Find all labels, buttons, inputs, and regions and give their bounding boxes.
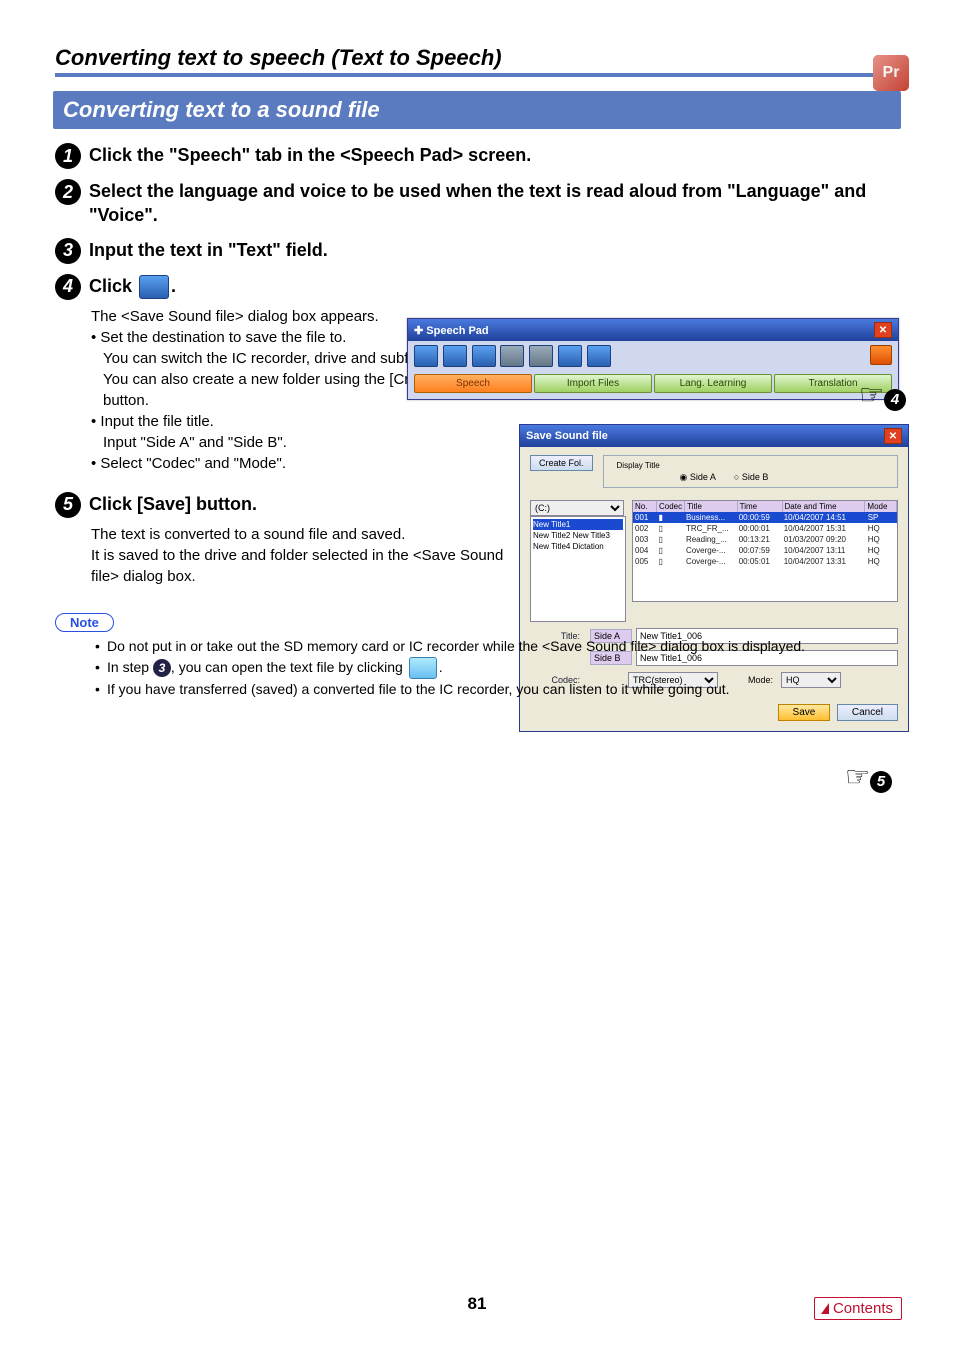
callout-4: ☜4 (859, 378, 914, 411)
bullet-title-2: Input "Side A" and "Side B". (103, 432, 475, 453)
section-badge: Pr (873, 55, 909, 91)
speech-pad-icon: ✚ (414, 325, 426, 337)
speech-pad-toolbar (408, 341, 898, 374)
step-5: 5 Click [Save] button. (55, 492, 475, 518)
bullet-title: Input the file title. (100, 413, 213, 430)
grid-header: No. Codec Title Time Date and Time Mode (633, 501, 897, 512)
step-3-number: 3 (55, 238, 81, 264)
tree-item-3[interactable]: New Title3 (573, 531, 610, 540)
display-title-fieldset: Display Title ◉ Side A ○ Side B (603, 455, 898, 488)
toolbar-cut-icon[interactable] (500, 345, 524, 367)
toolbar-extra-icon[interactable] (587, 345, 611, 367)
step-5-number: 5 (55, 492, 81, 518)
step-3-text: Input the text in "Text" field. (89, 238, 328, 262)
step-4-suffix: . (171, 276, 176, 296)
hdr-date: Date and Time (783, 501, 866, 512)
hdr-time: Time (738, 501, 783, 512)
grid-row[interactable]: 005▯Coverge-...00:05:0110/04/2007 13:31H… (633, 556, 897, 567)
dialog-titlebar: Save Sound file ✕ (520, 425, 908, 447)
tree-item-5[interactable]: Dictation (573, 542, 604, 551)
step-4-prefix: Click (89, 276, 137, 296)
dialog-close-icon[interactable]: ✕ (884, 428, 902, 444)
step-4-number: 4 (55, 274, 81, 300)
dialog-title: Save Sound file (526, 430, 608, 442)
folder-tree[interactable]: New Title1 New Title2 New Title3 New Tit… (530, 516, 626, 622)
bullet-codec: Select "Codec" and "Mode". (100, 455, 286, 472)
tree-item-4[interactable]: New Title4 (533, 542, 570, 551)
triangle-icon (821, 1303, 829, 1314)
display-title-legend: Display Title (614, 461, 663, 470)
radio-side-b-label: Side B (742, 472, 769, 482)
drive-select[interactable]: (C:) (530, 500, 624, 516)
tree-item-1[interactable]: New Title1 (533, 519, 623, 530)
section-badge-text: Pr (883, 64, 900, 82)
toolbar-help-icon[interactable] (870, 345, 892, 365)
hand-icon: ☜ (845, 760, 870, 793)
step-1: 1 Click the "Speech" tab in the <Speech … (55, 143, 899, 169)
save-sound-icon (139, 275, 169, 299)
step-5-body-2: It is saved to the drive and folder sele… (91, 545, 521, 587)
tree-item-2[interactable]: New Title2 (533, 531, 570, 540)
inline-step-3: 3 (153, 659, 171, 677)
toolbar-new-icon[interactable] (414, 345, 438, 367)
speech-pad-titlebar: ✚ Speech Pad ✕ (408, 319, 898, 341)
step-4: 4 Click . (55, 274, 899, 300)
radio-side-a[interactable]: ◉ Side A (680, 472, 716, 483)
tab-import-files[interactable]: Import Files (534, 374, 652, 393)
contents-label: Contents (833, 1300, 893, 1317)
note-3: If you have transferred (saved) a conver… (95, 679, 899, 700)
radio-side-b[interactable]: ○ Side B (734, 472, 768, 483)
open-file-icon (409, 657, 437, 679)
section-subtitle: Converting text to a sound file (53, 91, 901, 129)
grid-row[interactable]: 003▯Reading_...00:13:2101/03/2007 09:20H… (633, 534, 897, 545)
page-number: 81 (0, 1294, 954, 1314)
hand-icon: ☜ (859, 378, 884, 411)
toolbar-open-icon[interactable] (443, 345, 467, 367)
toolbar-savesound-icon[interactable] (472, 345, 496, 367)
save-button[interactable]: Save (778, 704, 831, 721)
note-label: Note (55, 613, 114, 632)
contents-button[interactable]: Contents (814, 1297, 902, 1320)
step-2-text: Select the language and voice to be used… (89, 179, 899, 228)
step-2-number: 2 (55, 179, 81, 205)
callout-5: ☜5 (845, 760, 900, 793)
speech-pad-title: Speech Pad (426, 325, 488, 337)
cancel-button[interactable]: Cancel (837, 704, 898, 721)
tab-speech[interactable]: Speech (414, 374, 532, 393)
step-1-number: 1 (55, 143, 81, 169)
close-icon[interactable]: ✕ (874, 322, 892, 338)
file-grid[interactable]: No. Codec Title Time Date and Time Mode … (632, 500, 898, 602)
hdr-title: Title (685, 501, 738, 512)
radio-side-a-label: Side A (690, 472, 716, 482)
step-5-body-1: The text is converted to a sound file an… (91, 524, 475, 545)
note-list: Do not put in or take out the SD memory … (55, 636, 899, 700)
toolbar-copy-icon[interactable] (529, 345, 553, 367)
tab-lang-learning[interactable]: Lang. Learning (654, 374, 772, 393)
hdr-no: No. (633, 501, 657, 512)
step-5-text: Click [Save] button. (89, 492, 257, 516)
bullet-dest: Set the destination to save the file to. (100, 329, 346, 346)
step-3: 3 Input the text in "Text" field. (55, 238, 899, 264)
grid-row[interactable]: 002▯TRC_FR_...00:00:0110/04/2007 15:31HQ (633, 523, 897, 534)
hdr-codec: Codec (657, 501, 685, 512)
step-4-text: Click . (89, 274, 176, 299)
hdr-mode: Mode (865, 501, 897, 512)
note-1: Do not put in or take out the SD memory … (95, 636, 899, 657)
step-1-text: Click the "Speech" tab in the <Speech Pa… (89, 143, 531, 167)
note-2: In step 3, you can open the text file by… (95, 657, 899, 679)
toolbar-paste-icon[interactable] (558, 345, 582, 367)
grid-row[interactable]: 001▮Business...00:00:5910/04/2007 14:51S… (633, 512, 897, 523)
step-2: 2 Select the language and voice to be us… (55, 179, 899, 228)
page-title: Converting text to speech (Text to Speec… (55, 45, 899, 77)
speech-pad-tabs: Speech Import Files Lang. Learning Trans… (408, 374, 898, 399)
create-folder-button[interactable]: Create Fol. (530, 455, 593, 471)
grid-row[interactable]: 004▯Coverge-...00:07:5910/04/2007 13:11H… (633, 545, 897, 556)
speech-pad-window: ✚ Speech Pad ✕ Speech Import Files Lang.… (407, 318, 899, 400)
